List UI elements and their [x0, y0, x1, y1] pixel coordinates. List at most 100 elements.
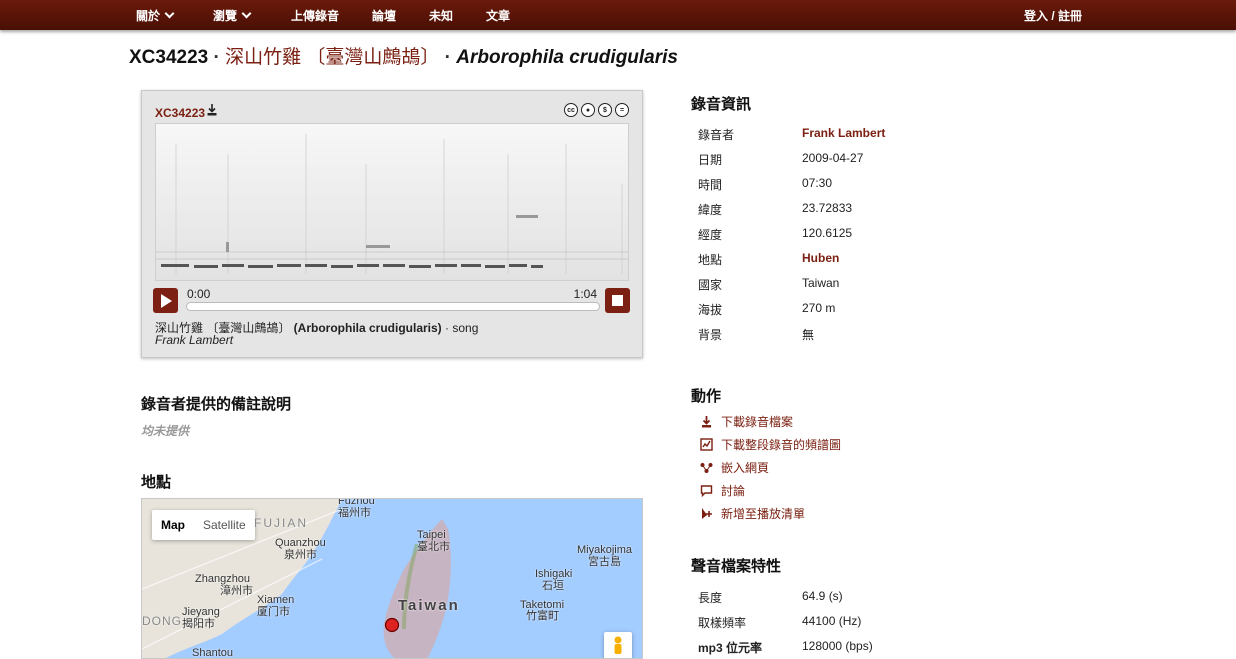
sound-properties-heading: 聲音檔案特性	[691, 558, 782, 575]
map-label: Xiamen	[257, 594, 295, 606]
stop-button[interactable]	[605, 288, 630, 313]
prop-value: 64.9 (s)	[802, 589, 843, 603]
nav-about[interactable]: 關於	[136, 7, 175, 24]
license-icons[interactable]: cc ● $ =	[564, 103, 629, 117]
map-label: 石垣	[542, 580, 564, 592]
title-common-name[interactable]: 深山竹雞 〔臺灣山鷓鴣〕	[225, 47, 439, 68]
nav-mystery[interactable]: 未知	[429, 7, 453, 24]
caption-scientific-name: (Arborophila crudigularis)	[293, 321, 442, 335]
sonogram-image[interactable]	[155, 123, 629, 281]
map-label: Zhangzhou	[195, 573, 251, 585]
prop-value: 44100 (Hz)	[802, 614, 862, 628]
map-label: Taiwan	[398, 597, 460, 614]
info-value: Taiwan	[802, 276, 840, 290]
page-title: XC34223 · 深山竹雞 〔臺灣山鷓鴣〕 · Arborophila cru…	[129, 42, 678, 69]
info-key: 國家	[698, 278, 723, 292]
info-key: 時間	[698, 178, 723, 192]
sonogram-icon	[700, 438, 713, 451]
map-label: Ishigaki	[535, 568, 573, 580]
title-scientific-name: Arborophila crudigularis	[456, 47, 678, 68]
info-value: 07:30	[802, 176, 833, 190]
map-label: Fuzhou	[338, 498, 375, 507]
prop-key: 取樣頻率	[698, 616, 747, 630]
cc-icon: cc	[564, 103, 578, 117]
prop-key: mp3 位元率	[698, 641, 763, 655]
playlist-add-icon	[702, 508, 712, 519]
actions-heading: 動作	[691, 388, 722, 405]
info-value: 120.6125	[802, 226, 853, 240]
map-label: Taipei	[417, 529, 446, 541]
location-heading: 地點	[141, 474, 172, 491]
info-value-recordist-link[interactable]: Frank Lambert	[802, 126, 885, 140]
action-download-audio[interactable]: 下載錄音檔案	[700, 413, 793, 430]
time-total: 1:04	[573, 287, 597, 301]
prop-value: 128000 (bps)	[802, 639, 873, 653]
caption-sound-type: · song	[441, 321, 479, 335]
audio-player: XC34223 cc ● $ = 0:00 1:04 深山竹雞 〔臺灣山鷓鴣〕 …	[141, 90, 643, 358]
info-key: 海拔	[698, 303, 723, 317]
action-label: 嵌入網頁	[721, 461, 770, 475]
street-view-pegman-icon[interactable]	[604, 632, 632, 658]
map-label: Miyakojima	[577, 544, 633, 556]
location-marker-icon[interactable]	[384, 617, 400, 633]
prop-key: 長度	[698, 591, 723, 605]
action-label: 新增至播放清單	[721, 507, 806, 521]
download-icon[interactable]	[207, 104, 217, 116]
title-id: XC34223	[129, 47, 209, 68]
info-key: 緯度	[698, 203, 723, 217]
notes-empty: 均未提供	[141, 424, 190, 438]
nc-icon: $	[598, 103, 612, 117]
map-label: FUJIAN	[254, 516, 308, 530]
nav-articles[interactable]: 文章	[486, 7, 510, 24]
map-label: 揭阳市	[182, 618, 215, 630]
nav-forum[interactable]: 論壇	[372, 7, 396, 24]
info-value: 270 m	[802, 301, 836, 315]
map-label: 宮古島	[588, 556, 621, 568]
action-label: 下載錄音檔案	[721, 415, 794, 429]
map-label: Jieyang	[182, 606, 220, 618]
map-type-satellite-button[interactable]: Satellite	[194, 510, 255, 540]
map-type-map-button[interactable]: Map	[152, 510, 194, 540]
nav-browse-label: 瀏覽	[213, 9, 238, 23]
map-label: 泉州市	[284, 549, 317, 561]
info-key: 錄音者	[698, 128, 735, 142]
player-recorder: Frank Lambert	[155, 333, 234, 347]
map-label: 臺北市	[417, 541, 450, 553]
map-label: 厦门市	[257, 606, 290, 618]
top-nav: 關於 瀏覽 上傳錄音 論壇 未知 文章 登入 / 註冊	[0, 0, 1236, 30]
title-separator: ·	[439, 47, 457, 68]
info-key: 日期	[698, 153, 723, 167]
action-label: 討論	[721, 484, 746, 498]
download-icon	[702, 416, 711, 428]
notes-heading: 錄音者提供的備註說明	[141, 396, 292, 413]
map-label: 福州市	[338, 507, 371, 519]
info-value-location-link[interactable]: Huben	[802, 251, 839, 265]
chevron-down-icon	[164, 8, 175, 19]
nav-login[interactable]: 登入 / 註冊	[1024, 7, 1082, 24]
map-label: 竹富町	[526, 610, 559, 622]
nav-browse[interactable]: 瀏覽	[213, 7, 252, 24]
action-add-playlist[interactable]: 新增至播放清單	[700, 505, 805, 522]
nav-upload[interactable]: 上傳錄音	[291, 7, 339, 24]
info-key: 背景	[698, 328, 723, 342]
action-download-sonogram[interactable]: 下載整段錄音的頻譜圖	[700, 436, 841, 453]
info-value: 23.72833	[802, 201, 853, 215]
recording-info-heading: 錄音資訊	[691, 96, 752, 113]
nd-icon: =	[615, 103, 629, 117]
player-recording-id[interactable]: XC34223	[155, 106, 205, 120]
map-type-toggle: Map Satellite	[152, 510, 255, 540]
map-label: Quanzhou	[275, 537, 326, 549]
play-button[interactable]	[153, 288, 178, 313]
info-key: 地點	[698, 253, 723, 267]
chevron-down-icon	[241, 8, 252, 19]
action-label: 下載整段錄音的頻譜圖	[721, 438, 842, 452]
action-embed[interactable]: 嵌入網頁	[700, 459, 769, 476]
map-label: 漳州市	[220, 585, 253, 597]
time-current: 0:00	[187, 287, 211, 301]
action-discuss[interactable]: 討論	[700, 482, 745, 499]
progress-bar[interactable]	[186, 302, 600, 311]
embed-icon	[700, 463, 713, 473]
info-value: 無	[802, 328, 815, 342]
location-map[interactable]: Map Satellite Fuzhou 福州市 FUJIAN Quanzhou…	[141, 498, 643, 659]
info-value: 2009-04-27	[802, 151, 864, 165]
